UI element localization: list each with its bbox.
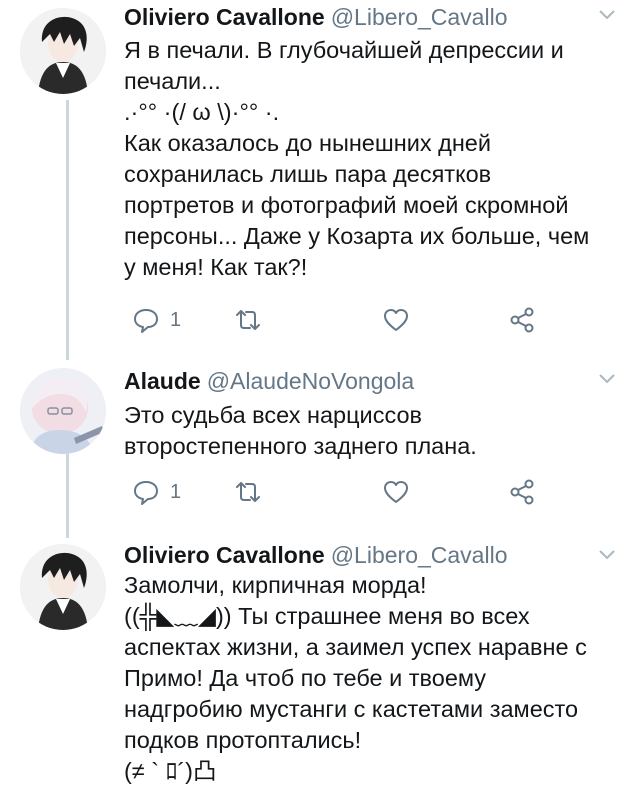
reply-button[interactable]: 1: [132, 304, 181, 336]
avatar[interactable]: [20, 544, 106, 630]
share-icon: [510, 479, 534, 505]
tweet-text: Я в печали. В глубочайшей депрессии и пе…: [124, 35, 594, 283]
tweet-line: аспектах жизни, а заимел успех наравне с: [124, 634, 587, 660]
tweet-actions: 1: [124, 304, 554, 336]
reply-icon: [134, 309, 158, 333]
tweet-line: Я в печали. В глубочайшей депрессии и: [124, 37, 564, 63]
share-icon: [510, 307, 534, 333]
reply-button[interactable]: 1: [132, 476, 181, 508]
reply-count: 1: [170, 308, 182, 331]
avatar-image: [20, 8, 106, 94]
tweet-text: Замолчи, кирпичная морда! ((╬◣﹏◢)) Ты ст…: [124, 570, 594, 787]
retweet-icon: [236, 482, 260, 502]
user-handle[interactable]: @Libero_Cavallo: [331, 542, 508, 568]
chevron-down-icon[interactable]: [596, 4, 618, 26]
tweet-line: подков протоптались!: [124, 727, 362, 753]
tweet-line: надгробию мустанги с кастетами заместо: [124, 696, 579, 722]
retweet-icon: [236, 310, 260, 330]
tweet-line: второстепенного заднего плана.: [124, 433, 477, 459]
retweet-button[interactable]: [234, 476, 262, 508]
like-icon: [384, 309, 408, 331]
tweet-line: печали...: [124, 68, 221, 94]
avatar[interactable]: [20, 368, 106, 454]
tweet-line: (≠ ` ﾛ´)凸: [124, 758, 217, 784]
tweet-line: персоны... Даже у Козарта их больше, чем: [124, 223, 590, 249]
tweet-header: Oliviero Cavallone @Libero_Cavallo: [124, 540, 507, 570]
avatar-image: [20, 544, 106, 630]
tweet-line: Это судьба всех нарциссов: [124, 402, 423, 428]
tweet-line: ((╬◣﹏◢)) Ты страшнее меня во всех: [124, 603, 530, 629]
reply-count: 1: [170, 480, 182, 503]
tweet-line: Замолчи, кирпичная морда!: [124, 572, 427, 598]
avatar[interactable]: [20, 8, 106, 94]
tweet-text: Это судьба всех нарциссов второстепенног…: [124, 400, 594, 462]
tweet-line: Примо! Да чтоб по тебе и твоему: [124, 665, 487, 691]
like-button[interactable]: [382, 476, 410, 508]
chevron-down-icon[interactable]: [596, 544, 618, 566]
like-button[interactable]: [382, 304, 410, 336]
share-button[interactable]: [508, 476, 536, 508]
tweet[interactable]: Alaude @AlaudeNoVongola Это судьба всех н…: [0, 362, 640, 530]
tweet-line: .·°° ·(/ ω \)·°° ·.: [124, 99, 280, 125]
tweet-line: сохранилась лишь пара десятков: [124, 161, 492, 187]
display-name[interactable]: Oliviero Cavallone: [124, 542, 325, 568]
tweet-header: Alaude @AlaudeNoVongola: [124, 366, 414, 396]
tweet-line: Как оказалось до нынешних дней: [124, 130, 492, 156]
share-button[interactable]: [508, 304, 536, 336]
user-handle[interactable]: @Libero_Cavallo: [331, 4, 508, 30]
tweet-line: портретов и фотографий моей скромной: [124, 192, 569, 218]
tweet-header: Oliviero Cavallone @Libero_Cavallo: [124, 2, 507, 32]
tweet-line: у меня! Как так?!: [124, 254, 308, 280]
avatar-image: [20, 368, 106, 454]
reply-icon: [134, 481, 158, 505]
tweet[interactable]: Oliviero Cavallone @Libero_Cavallo Я в пе…: [0, 0, 640, 355]
retweet-button[interactable]: [234, 304, 262, 336]
tweet-actions: 1: [124, 476, 554, 508]
tweet[interactable]: Oliviero Cavallone @Libero_Cavallo Замолч…: [0, 540, 640, 799]
like-icon: [384, 481, 408, 503]
display-name[interactable]: Oliviero Cavallone: [124, 4, 325, 30]
display-name[interactable]: Alaude: [124, 368, 201, 394]
user-handle[interactable]: @AlaudeNoVongola: [207, 368, 415, 394]
chevron-down-icon[interactable]: [596, 368, 618, 390]
